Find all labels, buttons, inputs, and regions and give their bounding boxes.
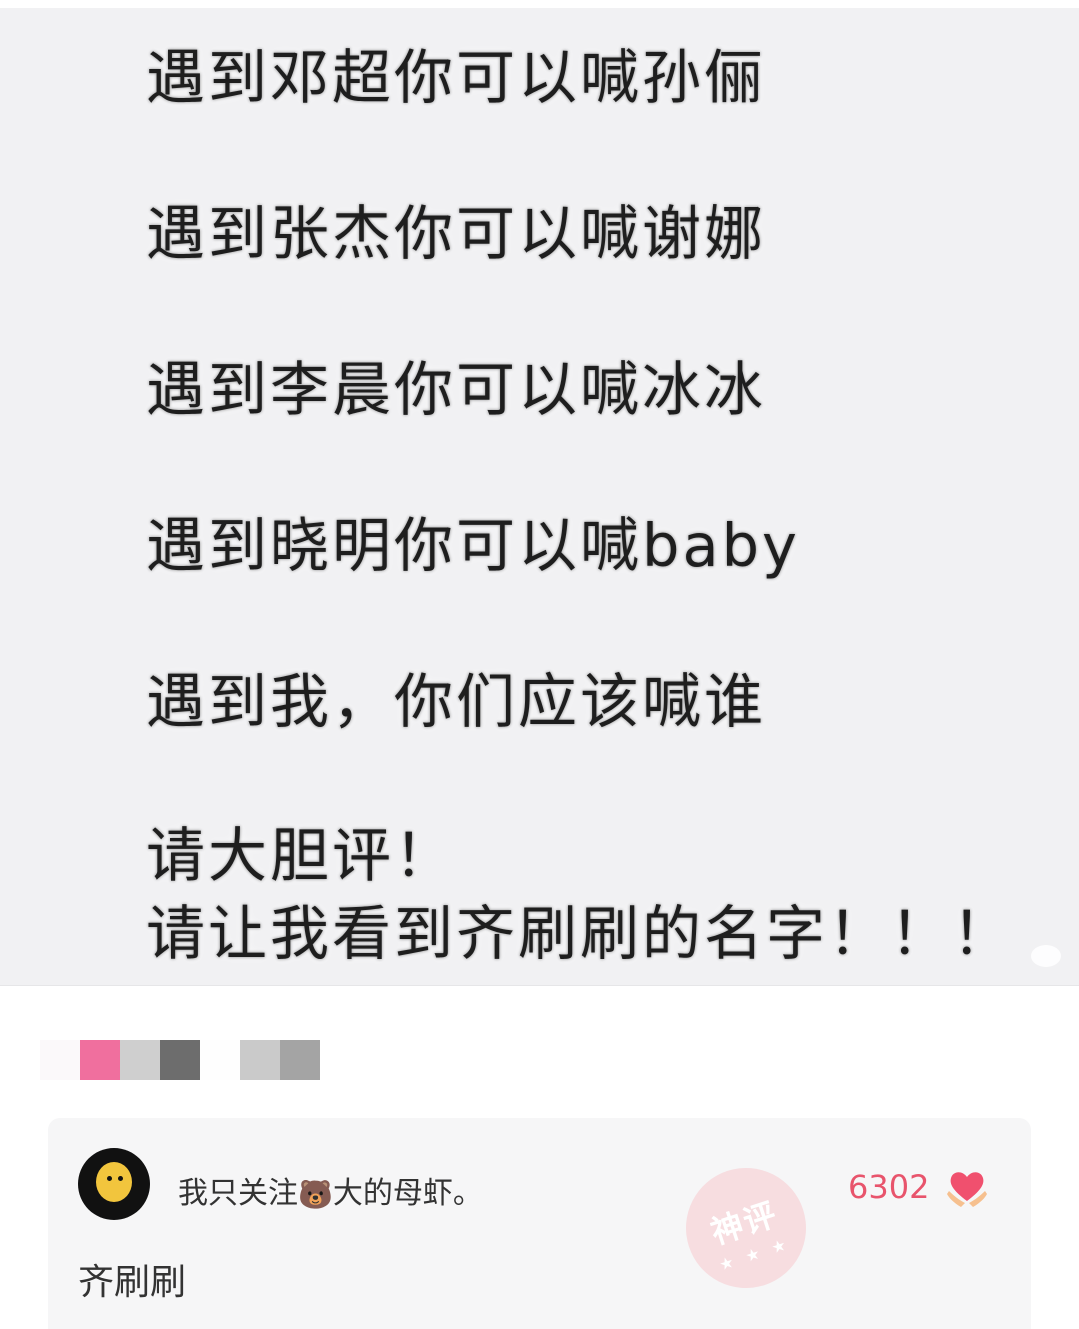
mosaic-cell bbox=[280, 1040, 320, 1080]
mosaic-cell bbox=[240, 1040, 280, 1080]
meme-image[interactable]: 遇到邓超你可以喊孙俪 遇到张杰你可以喊谢娜 遇到李晨你可以喊冰冰 遇到晓明你可以… bbox=[0, 8, 1079, 986]
mosaic-cell bbox=[120, 1040, 160, 1080]
meme-line-2: 遇到张杰你可以喊谢娜 bbox=[146, 199, 767, 268]
meme-line-4: 遇到晓明你可以喊baby bbox=[146, 511, 800, 580]
god-comment-card[interactable]: 我只关注🐻大的母虾。 神评 ★ ★ ★ 6302 齐刷刷 bbox=[48, 1118, 1031, 1329]
meme-line-3: 遇到李晨你可以喊冰冰 bbox=[146, 355, 767, 424]
weibo-watermark bbox=[1031, 943, 1065, 968]
mosaic-cell bbox=[40, 1040, 80, 1080]
avatar-face bbox=[96, 1162, 132, 1202]
mosaic-cell bbox=[160, 1040, 200, 1080]
meme-line-1: 遇到邓超你可以喊孙俪 bbox=[146, 43, 767, 112]
avatar[interactable] bbox=[78, 1148, 150, 1220]
like-count: 6302 bbox=[848, 1168, 930, 1206]
comment-text: 齐刷刷 bbox=[78, 1262, 187, 1303]
mosaic-cell bbox=[80, 1040, 120, 1080]
mosaic-blurred-username bbox=[40, 1040, 322, 1080]
avatar-eye bbox=[118, 1176, 123, 1181]
mosaic-cell bbox=[200, 1040, 240, 1080]
god-comment-badge: 神评 ★ ★ ★ bbox=[670, 1152, 822, 1304]
username-prefix: 我只关注 bbox=[178, 1176, 298, 1211]
comment-username[interactable]: 我只关注🐻大的母虾。 bbox=[178, 1168, 483, 1212]
avatar-eye bbox=[107, 1176, 112, 1181]
username-suffix: 大的母虾。 bbox=[332, 1176, 483, 1211]
heart-hands-icon[interactable] bbox=[945, 1165, 989, 1209]
meme-line-5: 遇到我，你们应该喊谁 bbox=[146, 667, 767, 736]
bear-icon: 🐻 bbox=[298, 1178, 333, 1211]
weibo-logo-icon bbox=[1031, 945, 1061, 967]
meme-line-6: 请大胆评！ bbox=[146, 821, 457, 890]
meme-line-7: 请让我看到齐刷刷的名字！！！ bbox=[146, 899, 1015, 968]
